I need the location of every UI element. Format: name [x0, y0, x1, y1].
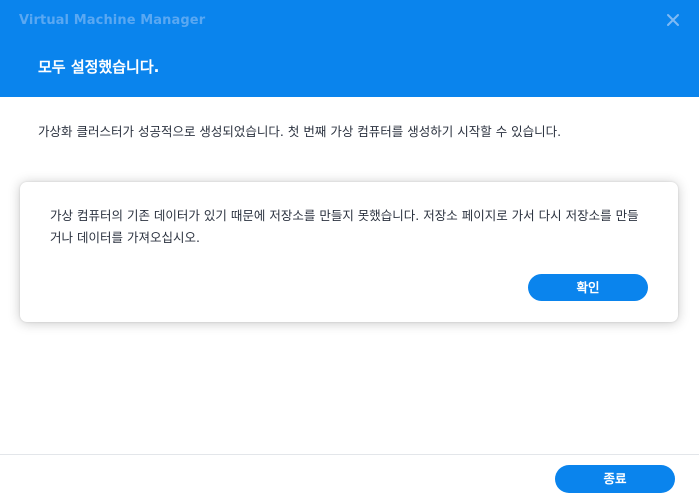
dialog-message: 가상 컴퓨터의 기존 데이터가 있기 때문에 저장소를 만들지 못했습니다. 저…: [50, 208, 639, 245]
error-dialog: 가상 컴퓨터의 기존 데이터가 있기 때문에 저장소를 만들지 못했습니다. 저…: [20, 182, 678, 322]
wizard-window: Virtual Machine Manager 모두 설정했습니다. 가상화 클…: [0, 0, 699, 501]
wizard-footer: 종료: [0, 454, 699, 501]
app-title: Virtual Machine Manager: [19, 13, 206, 28]
close-icon[interactable]: [665, 12, 681, 28]
success-message: 가상화 클러스터가 성공적으로 생성되었습니다. 첫 번째 가상 컴퓨터를 생성…: [38, 124, 562, 139]
page-title: 모두 설정했습니다.: [38, 58, 160, 76]
ok-button[interactable]: 확인: [528, 274, 648, 301]
finish-button[interactable]: 종료: [555, 465, 675, 493]
wizard-header: Virtual Machine Manager 모두 설정했습니다.: [0, 0, 699, 97]
